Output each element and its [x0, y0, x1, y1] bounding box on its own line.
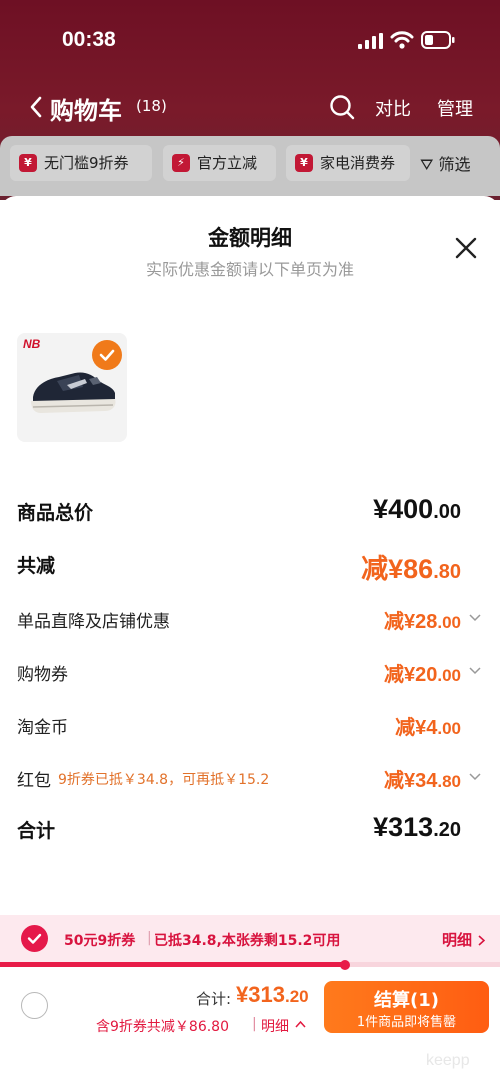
red-packet-value: 减¥34.80: [383, 770, 461, 792]
shopping-coupon-value: 减¥20.00: [383, 664, 461, 686]
coupon-usage-bar[interactable]: 50元9折券 | 已抵34.8,本张券剩15.2可用 明细: [0, 915, 500, 963]
total-amount: ¥313.20: [236, 982, 309, 1007]
page-title: 购物车: [50, 97, 122, 125]
compare-button[interactable]: 对比: [375, 95, 411, 121]
check-mark-icon: [99, 349, 115, 361]
coupon-selected-check-icon[interactable]: [21, 925, 48, 952]
chevron-right-icon: [478, 935, 485, 946]
chevron-down-icon: [469, 667, 481, 675]
check-mark-icon: [27, 933, 42, 944]
brand-logo: NB: [23, 337, 41, 351]
yen-coupon-icon: ¥: [295, 154, 313, 172]
separator: |: [252, 1016, 257, 1032]
row-label: 单品直降及店铺优惠: [17, 612, 170, 632]
product-selected-check-icon[interactable]: [92, 340, 122, 370]
manage-button[interactable]: 管理: [437, 95, 473, 121]
status-time: 00:38: [62, 28, 116, 51]
checkout-button[interactable]: 结算(1) 1件商品即将售罄: [324, 981, 489, 1033]
row-label: 共减: [17, 555, 56, 577]
status-bar: 00:38: [0, 0, 500, 80]
battery-icon: [421, 31, 455, 49]
chip-appliance-coupon[interactable]: ¥ 家电消费券: [286, 145, 410, 181]
taojinbi-value: 减¥4.00: [395, 717, 461, 739]
chevron-down-icon: [469, 773, 481, 781]
row-label: 红包: [17, 771, 51, 791]
bottom-detail-link[interactable]: 明细: [261, 1016, 289, 1036]
total-discount-value: 减¥86.80: [361, 554, 461, 584]
chip-label: 无门槛9折券: [44, 154, 129, 172]
wifi-icon: [390, 31, 414, 49]
row-total-discount: 共减 减¥86.80: [17, 549, 483, 585]
coupon-progress-bar: [0, 960, 500, 970]
row-shopping-coupon[interactable]: 购物券 减¥20.00: [17, 654, 483, 690]
sum-value: ¥313.20: [373, 812, 461, 842]
total-label: 合计:: [196, 990, 232, 1008]
filter-label: 筛选: [438, 155, 471, 174]
row-sum: 合计 ¥313.20: [17, 812, 483, 850]
search-icon[interactable]: [329, 94, 355, 120]
close-icon[interactable]: [453, 235, 479, 261]
separator: |: [147, 930, 152, 946]
row-direct-discount[interactable]: 单品直降及店铺优惠 减¥28.00: [17, 601, 483, 637]
row-red-packet[interactable]: 红包 9折券已抵￥34.8，可再抵￥15.2 减¥34.80: [17, 760, 483, 796]
cellular-signal-icon: [358, 33, 383, 49]
cart-nav-bar: 购物车 (18) 对比 管理: [0, 86, 500, 130]
yen-coupon-icon: ¥: [19, 154, 37, 172]
cart-item-count: (18): [136, 97, 167, 115]
select-all-checkbox[interactable]: [21, 992, 48, 1019]
watermark: keepp: [426, 1052, 470, 1069]
coupon-progress-fill: [0, 962, 345, 967]
row-label: 商品总价: [17, 502, 94, 524]
red-packet-note: 9折券已抵￥34.8，可再抵￥15.2: [58, 772, 270, 788]
checkout-label: 结算(1): [374, 990, 439, 1011]
total-price-value: ¥400.00: [373, 494, 461, 524]
coupon-name: 50元9折券: [64, 933, 136, 949]
row-taojinbi: 淘金币 减¥4.00: [17, 707, 483, 743]
chip-official-discount[interactable]: ⚡ 官方立减: [163, 145, 276, 181]
chip-label: 官方立减: [197, 154, 258, 172]
chevron-up-icon: [295, 1020, 306, 1028]
filter-funnel-icon: ⛛: [420, 155, 434, 174]
coupon-usage-info: 已抵34.8,本张券剩15.2可用: [154, 933, 341, 949]
row-label: 淘金币: [17, 718, 68, 738]
filter-button[interactable]: ⛛ 筛选: [420, 151, 471, 175]
chevron-down-icon: [469, 614, 481, 622]
coupon-progress-knob: [340, 960, 350, 970]
row-total-price: 商品总价 ¥400.00: [17, 494, 483, 532]
filter-chip-bar: ¥ 无门槛9折券 ⚡ 官方立减 ¥ 家电消费券 ⛛ 筛选: [0, 136, 500, 196]
chip-label: 家电消费券: [320, 154, 396, 172]
checkout-sublabel: 1件商品即将售罄: [356, 1015, 457, 1030]
row-label: 合计: [17, 820, 56, 842]
coupon-detail-link[interactable]: 明细: [442, 929, 472, 950]
direct-discount-value: 减¥28.00: [383, 611, 461, 633]
saved-amount-text: 含9折券共减￥86.80: [96, 1019, 229, 1035]
row-label: 购物券: [17, 665, 68, 685]
lightning-icon: ⚡: [172, 154, 190, 172]
back-chevron-icon[interactable]: [28, 94, 44, 120]
chip-no-threshold-coupon[interactable]: ¥ 无门槛9折券: [10, 145, 152, 181]
sheet-subtitle: 实际优惠金额请以下单页为准: [145, 260, 354, 279]
sheet-title: 金额明细: [208, 226, 292, 250]
